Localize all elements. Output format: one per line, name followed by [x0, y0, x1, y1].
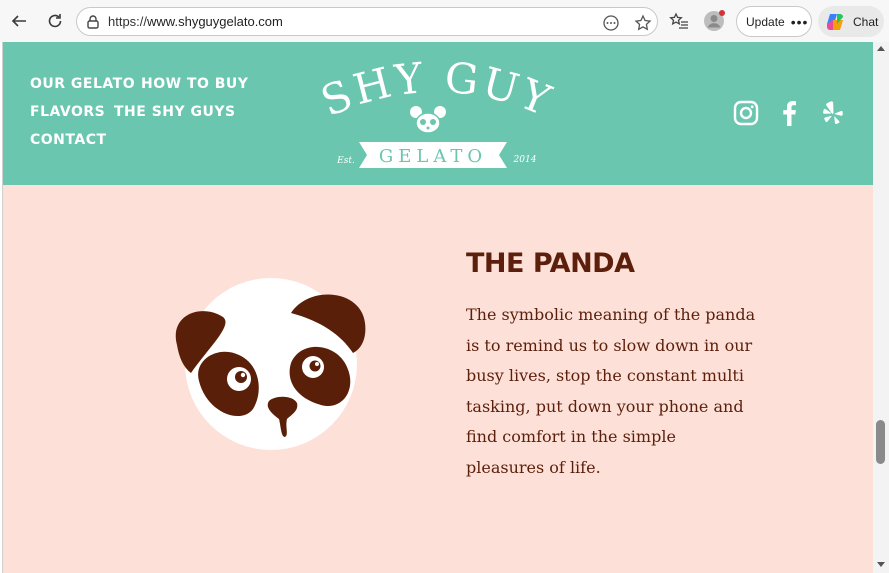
- star-icon: [634, 14, 652, 31]
- nav-our-gelato[interactable]: OUR GELATO: [30, 76, 135, 92]
- copilot-chat-button[interactable]: Chat: [818, 6, 884, 37]
- yelp-icon: [823, 101, 843, 124]
- url-scheme: https://: [108, 14, 148, 29]
- update-button[interactable]: Update •••: [736, 6, 812, 37]
- scroll-up-arrow-icon[interactable]: [877, 46, 885, 51]
- copilot-icon: [827, 13, 843, 30]
- update-label: Update: [746, 14, 785, 29]
- lock-icon: [87, 15, 99, 29]
- favorite-star-button[interactable]: [633, 13, 653, 33]
- url-host: www.shyguygelato.com: [147, 14, 283, 29]
- refresh-icon: [48, 14, 62, 28]
- back-button[interactable]: [6, 8, 32, 34]
- shy-guy-gelato-logo[interactable]: SHY GUY GELATO Est. 2014: [319, 56, 555, 176]
- logo-panda-icon: [410, 106, 446, 134]
- site-header: OUR GELATO HOW TO BUY FLAVORS THE SHY GU…: [3, 42, 873, 185]
- logo-text-est: Est.: [336, 156, 355, 166]
- logo-text-year: 2014: [513, 155, 537, 165]
- back-arrow-icon: [11, 15, 26, 27]
- url-text: https://www.shyguygelato.com: [108, 14, 283, 29]
- browser-toolbar: https://www.shyguygelato.com Update ••• …: [0, 0, 889, 42]
- favorites-button[interactable]: [668, 10, 690, 32]
- panda-illustration: [175, 278, 366, 450]
- page-scrollbar[interactable]: [873, 42, 889, 573]
- section-body-text: The symbolic meaning of the panda is to …: [466, 305, 756, 477]
- refresh-button[interactable]: [42, 8, 68, 34]
- scroll-down-arrow-icon[interactable]: [877, 562, 885, 567]
- favorites-list-icon: [669, 12, 688, 29]
- yelp-link[interactable]: [819, 99, 847, 127]
- reading-mode-button[interactable]: [601, 13, 621, 33]
- profile-button[interactable]: [703, 10, 725, 32]
- nav-how-to-buy[interactable]: HOW TO BUY: [141, 76, 248, 92]
- nav-contact[interactable]: CONTACT: [30, 132, 107, 148]
- nav-flavors[interactable]: FLAVORS: [30, 104, 105, 120]
- more-options-circle-icon: [603, 15, 619, 31]
- instagram-icon: [733, 100, 759, 126]
- nav-the-shy-guys[interactable]: THE SHY GUYS: [114, 104, 236, 120]
- logo-text-gelato: GELATO: [379, 146, 487, 167]
- chat-label: Chat: [853, 14, 879, 29]
- page-viewport: OUR GELATO HOW TO BUY FLAVORS THE SHY GU…: [2, 42, 873, 573]
- avatar-icon: [704, 10, 725, 31]
- instagram-link[interactable]: [732, 99, 760, 127]
- scrollbar-thumb[interactable]: [876, 420, 885, 464]
- facebook-icon: [783, 101, 796, 126]
- facebook-link[interactable]: [775, 99, 803, 127]
- address-bar[interactable]: https://www.shyguygelato.com: [76, 7, 658, 36]
- section-title: THE PANDA: [466, 248, 635, 279]
- more-menu-icon: •••: [790, 13, 809, 30]
